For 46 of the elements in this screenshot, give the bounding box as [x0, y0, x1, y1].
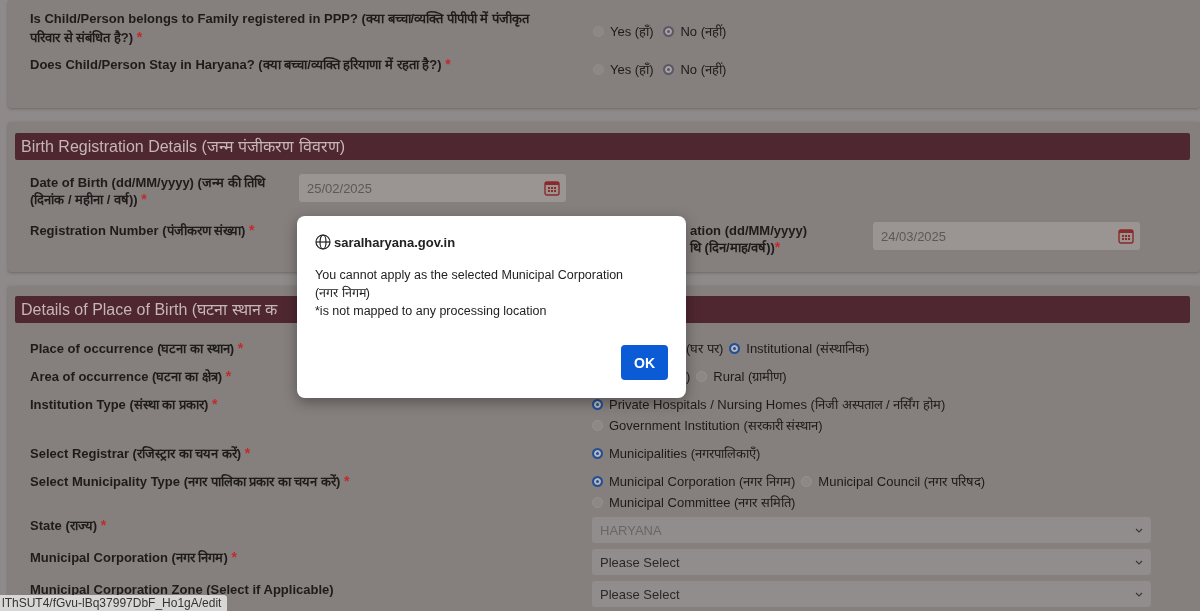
calendar-icon: [544, 180, 560, 196]
globe-icon: [315, 234, 331, 250]
select-dropdown[interactable]: Please Select: [592, 581, 1151, 607]
radio-label: Rural (ग्रामीण): [713, 368, 787, 385]
ok-button[interactable]: OK: [621, 345, 668, 380]
field-label: ation (dd/MM/yyyy) थि (दिन/माह/वर्ष))*: [690, 222, 808, 256]
field-label: Registration Number (पंजीकरण संख्या) *: [30, 222, 256, 240]
calendar-icon: [1118, 228, 1134, 244]
chevron-icon: [1135, 527, 1143, 533]
section-header: Birth Registration Details (जन्म पंजीकरण विवरण): [15, 133, 1190, 160]
radio-label: Government Institution (सरकारी संस्थान): [609, 417, 823, 434]
dialog-message: *is not mapped to any processing location: [315, 303, 547, 320]
field-label: Is Child/Person belongs to Family registered in PPP? (क्या बच्चा/व्यक्ति पीपीपी में पंजीकृत परिवार से संबंधित है?) *: [30, 10, 531, 47]
radio-label: No (नहीं): [680, 61, 727, 78]
field-label: Municipal Corporation Zone (Select if Applicable): [30, 581, 334, 598]
radio-label: No (नहीं): [680, 23, 727, 40]
site-name: saralharyana.gov.in: [334, 234, 456, 250]
radio-button[interactable]: [592, 448, 603, 459]
radio-label: Municipalities (नगरपालिकाएँ): [609, 445, 761, 462]
radio-label: (घर पर): [686, 340, 724, 357]
radio-label: ): [686, 368, 691, 385]
radio-label: Private Hospitals / Nursing Homes (निजी अस्पताल / नर्सिंग होम): [609, 396, 946, 413]
date-field[interactable]: 24/03/2025: [873, 222, 1140, 250]
radio-label: Yes (हाँ): [610, 23, 654, 40]
chevron-icon: [1135, 559, 1143, 565]
field-label: Place of occurrence (घटना का स्थान) *: [30, 340, 244, 357]
date-field[interactable]: 25/02/2025: [299, 174, 566, 202]
radio-label: Municipal Council (नगर परिषद): [818, 473, 986, 490]
select-dropdown[interactable]: Please Select: [592, 549, 1151, 575]
radio-button[interactable]: [729, 343, 741, 354]
status-url: lThSUT4/fGvu-lBq37997DbF_Ho1gA/edit: [0, 595, 228, 611]
field-label: Select Registrar (रजिस्ट्रार का चयन करें) *: [30, 445, 251, 462]
chevron-icon: [1135, 591, 1143, 597]
radio-label: Municipal Committee (नगर समिति): [609, 494, 796, 511]
radio-button[interactable]: [592, 476, 603, 487]
field-label: Institution Type (संस्था का प्रकार) *: [30, 396, 218, 413]
field-label: Municipal Corporation (नगर निगम) *: [30, 549, 237, 566]
field-label: Area of occurrence (घटना का क्षेत्र) *: [30, 368, 232, 385]
dialog-message: You cannot apply as the selected Municipal Corporation: [315, 267, 624, 284]
radio-label: Yes (हाँ): [610, 61, 654, 78]
field-label: State (राज्य) *: [30, 517, 107, 534]
radio-label: Municipal Corporation (नगर निगम): [609, 473, 796, 490]
field-label: Date of Birth (dd/MM/yyyy) (जन्म की तिथि (दिनांक / महीना / वर्ष)) *: [30, 174, 267, 208]
field-label: Select Municipality Type (नगर पालिका प्रकार का चयन करें) *: [30, 473, 350, 490]
radio-label: Institutional (संस्थानिक): [746, 340, 870, 357]
field-label: Does Child/Person Stay in Haryana? (क्या बच्चा/व्यक्ति हरियाणा में रहता है?) *: [30, 55, 452, 74]
